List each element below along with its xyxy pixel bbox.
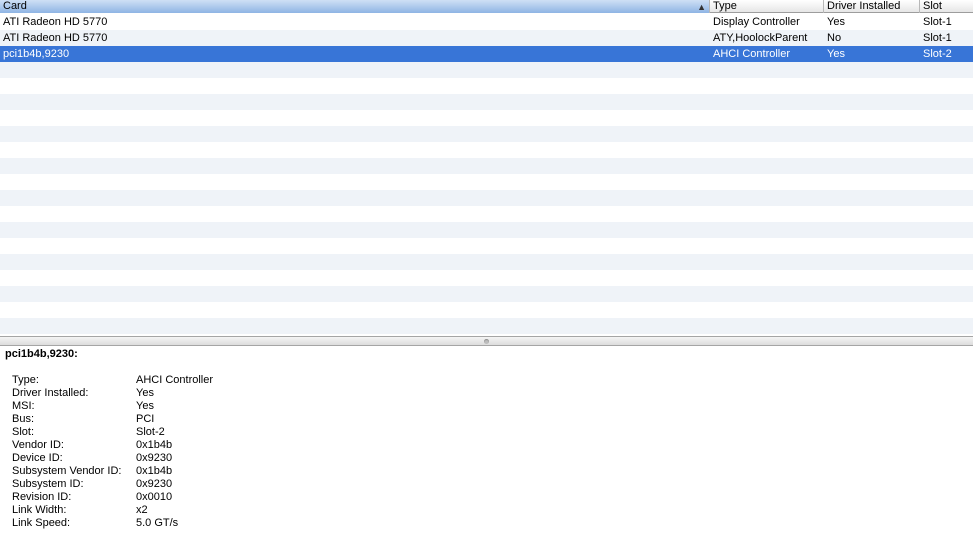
empty-row xyxy=(0,78,973,94)
column-header-label: Type xyxy=(713,0,737,12)
divider-grip-icon[interactable] xyxy=(484,339,489,344)
empty-row xyxy=(0,126,973,142)
property-row: Driver Installed: Yes xyxy=(12,387,213,400)
property-key: Revision ID: xyxy=(12,491,72,503)
property-row: Subsystem Vendor ID: 0x1b4b xyxy=(12,465,213,478)
pci-cards-table: Card ▲ Type Driver Installed Slot ATI Ra… xyxy=(0,0,973,336)
table-body: ATI Radeon HD 5770 Display Controller Yes S… xyxy=(0,14,973,334)
empty-row xyxy=(0,302,973,318)
cell-driver: Yes xyxy=(827,48,845,60)
property-key: Subsystem ID: xyxy=(12,478,84,490)
empty-row xyxy=(0,222,973,238)
table-header: Card ▲ Type Driver Installed Slot xyxy=(0,0,973,13)
empty-row xyxy=(0,142,973,158)
property-key: Device ID: xyxy=(12,452,63,464)
empty-row xyxy=(0,94,973,110)
property-value: 5.0 GT/s xyxy=(136,517,179,529)
property-key: Slot: xyxy=(12,426,35,438)
sort-ascending-icon: ▲ xyxy=(697,2,706,12)
empty-row xyxy=(0,62,973,78)
property-value: Yes xyxy=(136,387,154,399)
property-row: Type: AHCI Controller xyxy=(12,374,213,387)
property-row: Subsystem ID: 0x9230 xyxy=(12,478,213,491)
column-header-label: Driver Installed xyxy=(827,0,901,12)
property-row: Link Width: x2 xyxy=(12,504,213,517)
empty-row xyxy=(0,254,973,270)
cell-card: pci1b4b,9230 xyxy=(3,48,70,60)
table-row[interactable]: ATI Radeon HD 5770 ATY,HoolockParent No Slo… xyxy=(0,30,973,46)
property-key: Vendor ID: xyxy=(12,439,64,451)
property-value: 0x9230 xyxy=(136,452,173,464)
property-value: PCI xyxy=(136,413,155,425)
empty-row xyxy=(0,318,973,334)
column-header-type[interactable]: Type xyxy=(710,0,824,13)
column-header-card[interactable]: Card ▲ xyxy=(0,0,710,13)
system-profiler-pci-view: Card ▲ Type Driver Installed Slot ATI Ra… xyxy=(0,0,973,537)
cell-card: ATI Radeon HD 5770 xyxy=(3,16,108,28)
empty-row xyxy=(0,238,973,254)
split-view-divider[interactable] xyxy=(0,336,973,346)
table-row[interactable]: ATI Radeon HD 5770 Display Controller Yes S… xyxy=(0,14,973,30)
property-key: Subsystem Vendor ID: xyxy=(12,465,122,477)
empty-row xyxy=(0,206,973,222)
column-header-driver-installed[interactable]: Driver Installed xyxy=(824,0,920,13)
empty-row xyxy=(0,286,973,302)
cell-card: ATI Radeon HD 5770 xyxy=(3,32,108,44)
cell-driver: No xyxy=(827,32,842,44)
property-key: Type: xyxy=(12,374,39,386)
property-key: Link Width: xyxy=(12,504,67,516)
property-value: AHCI Controller xyxy=(136,374,214,386)
empty-row xyxy=(0,190,973,206)
detail-pane: pci1b4b,9230: Type: AHCI Controller Driver… xyxy=(0,346,973,537)
detail-title: pci1b4b,9230: xyxy=(5,348,78,360)
property-row: Device ID: 0x9230 xyxy=(12,452,213,465)
property-value: 0x9230 xyxy=(136,478,173,490)
property-key: Bus: xyxy=(12,413,35,425)
table-row[interactable]: pci1b4b,9230 AHCI Controller Yes Slot-2 xyxy=(0,46,973,62)
empty-row xyxy=(0,270,973,286)
property-list: Type: AHCI Controller Driver Installed: Yes… xyxy=(12,374,213,530)
cell-type: AHCI Controller xyxy=(713,48,791,60)
property-row: Vendor ID: 0x1b4b xyxy=(12,439,213,452)
cell-slot: Slot-1 xyxy=(923,32,952,44)
empty-row xyxy=(0,110,973,126)
column-header-label: Slot xyxy=(923,0,942,12)
property-value: Slot-2 xyxy=(136,426,165,438)
empty-row xyxy=(0,174,973,190)
property-value: Yes xyxy=(136,400,154,412)
property-value: 0x1b4b xyxy=(136,465,173,477)
property-key: MSI: xyxy=(12,400,35,412)
cell-slot: Slot-1 xyxy=(923,16,952,28)
property-row: Bus: PCI xyxy=(12,413,213,426)
property-row: Revision ID: 0x0010 xyxy=(12,491,213,504)
property-row: Link Speed: 5.0 GT/s xyxy=(12,517,213,530)
property-key: Driver Installed: xyxy=(12,387,89,399)
property-value: 0x1b4b xyxy=(136,439,173,451)
property-value: 0x0010 xyxy=(136,491,173,503)
column-header-slot[interactable]: Slot xyxy=(920,0,973,13)
cell-type: ATY,HoolockParent xyxy=(713,32,808,44)
column-header-label: Card xyxy=(3,0,27,12)
property-value: x2 xyxy=(136,504,148,516)
property-row: Slot: Slot-2 xyxy=(12,426,213,439)
empty-row xyxy=(0,158,973,174)
property-key: Link Speed: xyxy=(12,517,71,529)
cell-driver: Yes xyxy=(827,16,845,28)
cell-slot: Slot-2 xyxy=(923,48,952,60)
property-row: MSI: Yes xyxy=(12,400,213,413)
cell-type: Display Controller xyxy=(713,16,800,28)
